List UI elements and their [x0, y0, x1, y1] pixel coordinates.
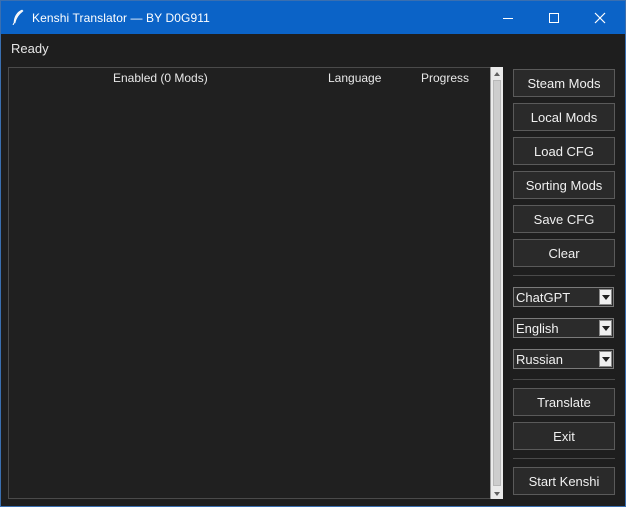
close-icon [594, 12, 606, 24]
chevron-down-icon[interactable] [599, 320, 612, 336]
save-cfg-button[interactable]: Save CFG [513, 205, 615, 233]
column-header-enabled[interactable]: Enabled (0 Mods) [113, 71, 208, 85]
close-button[interactable] [577, 1, 623, 34]
exit-button[interactable]: Exit [513, 422, 615, 450]
scroll-up-arrow-icon[interactable] [491, 67, 503, 79]
translate-button[interactable]: Translate [513, 388, 615, 416]
engine-select[interactable]: ChatGPT [513, 287, 614, 307]
sorting-mods-button[interactable]: Sorting Mods [513, 171, 615, 199]
mod-list[interactable]: Enabled (0 Mods) Language Progress [8, 67, 503, 499]
maximize-button[interactable] [531, 1, 577, 34]
chevron-down-icon[interactable] [599, 289, 612, 305]
column-header-language[interactable]: Language [328, 71, 381, 85]
status-text: Ready [11, 41, 49, 56]
mod-list-scrollbar[interactable] [490, 67, 503, 499]
source-language-value: English [516, 321, 559, 336]
source-language-select[interactable]: English [513, 318, 614, 338]
clear-button[interactable]: Clear [513, 239, 615, 267]
minimize-icon [503, 18, 513, 19]
load-cfg-button[interactable]: Load CFG [513, 137, 615, 165]
local-mods-button[interactable]: Local Mods [513, 103, 615, 131]
divider [513, 275, 615, 276]
app-window: Kenshi Translator — BY D0G911 Ready Enab… [0, 0, 626, 507]
scrollbar-thumb[interactable] [493, 80, 501, 486]
target-language-select[interactable]: Russian [513, 349, 614, 369]
feather-icon [11, 9, 25, 26]
maximize-icon [549, 13, 559, 23]
scroll-down-arrow-icon[interactable] [491, 487, 503, 499]
title-bar: Kenshi Translator — BY D0G911 [1, 1, 625, 34]
column-header-progress[interactable]: Progress [421, 71, 469, 85]
engine-select-value: ChatGPT [516, 290, 571, 305]
divider [513, 458, 615, 459]
divider [513, 379, 615, 380]
target-language-value: Russian [516, 352, 563, 367]
minimize-button[interactable] [485, 1, 531, 34]
chevron-down-icon[interactable] [599, 351, 612, 367]
start-kenshi-button[interactable]: Start Kenshi [513, 467, 615, 495]
steam-mods-button[interactable]: Steam Mods [513, 69, 615, 97]
window-title: Kenshi Translator — BY D0G911 [32, 11, 210, 25]
